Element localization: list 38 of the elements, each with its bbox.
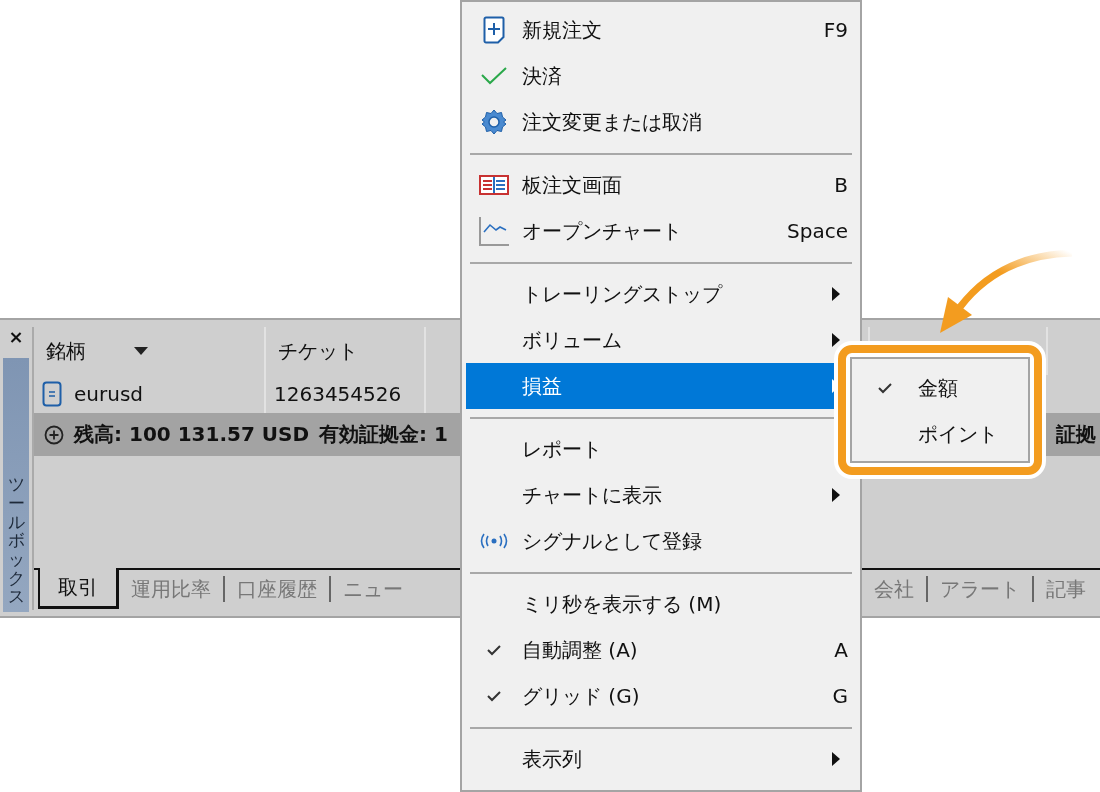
new-document-icon	[483, 16, 505, 44]
shortcut-label: G	[832, 684, 848, 708]
shortcut-label: Space	[787, 219, 848, 243]
symbol-cell: eurusd	[74, 382, 143, 406]
tab[interactable]: 取引	[38, 568, 119, 609]
menu-item[interactable]: チャートに表示	[466, 472, 856, 518]
check-icon	[481, 67, 507, 85]
gear-icon	[481, 109, 507, 135]
menu-item[interactable]: 新規注文 F9	[466, 7, 856, 53]
line-chart-icon	[479, 216, 509, 246]
document-icon	[42, 381, 62, 407]
menu-item[interactable]: ミリ秒を表示する (M)	[466, 581, 856, 627]
menu-item[interactable]: グリッド (G) G	[466, 673, 856, 719]
column-header[interactable]: チケット	[266, 327, 426, 375]
menu-item[interactable]: 板注文画面 B	[466, 162, 856, 208]
column-header[interactable]: 銘柄	[34, 327, 266, 375]
shortcut-label: F9	[823, 18, 848, 42]
expand-icon[interactable]	[44, 424, 64, 445]
menu-item[interactable]: ボリューム	[466, 317, 856, 363]
menu-item[interactable]: シグナルとして登録	[466, 518, 856, 564]
balance-text: 残高: 100 131.57 USD	[74, 421, 310, 448]
toolbox-strip[interactable]: ツールボックス	[3, 358, 29, 612]
menu-item[interactable]: 表示列	[466, 736, 856, 782]
order-book-icon	[479, 175, 509, 195]
ticket-cell: 1263454526	[274, 382, 402, 406]
close-button[interactable]: ×	[8, 328, 24, 350]
menu-item[interactable]: オープンチャート Space	[466, 208, 856, 254]
broadcast-icon	[479, 533, 509, 549]
menu-item[interactable]: 自動調整 (A) A	[466, 627, 856, 673]
shortcut-label: B	[834, 173, 848, 197]
shortcut-label: A	[834, 638, 848, 662]
toolbox-label: ツールボックス	[7, 475, 25, 606]
menu-item[interactable]: ポイント	[852, 411, 1028, 457]
margin-text: 証拠	[1056, 421, 1096, 448]
menu-item[interactable]: トレーリングストップ	[466, 271, 856, 317]
menu-item[interactable]: 注文変更または取消	[466, 99, 856, 145]
menu-item[interactable]: 決済	[466, 53, 856, 99]
equity-text: 有効証拠金: 1	[319, 421, 448, 448]
